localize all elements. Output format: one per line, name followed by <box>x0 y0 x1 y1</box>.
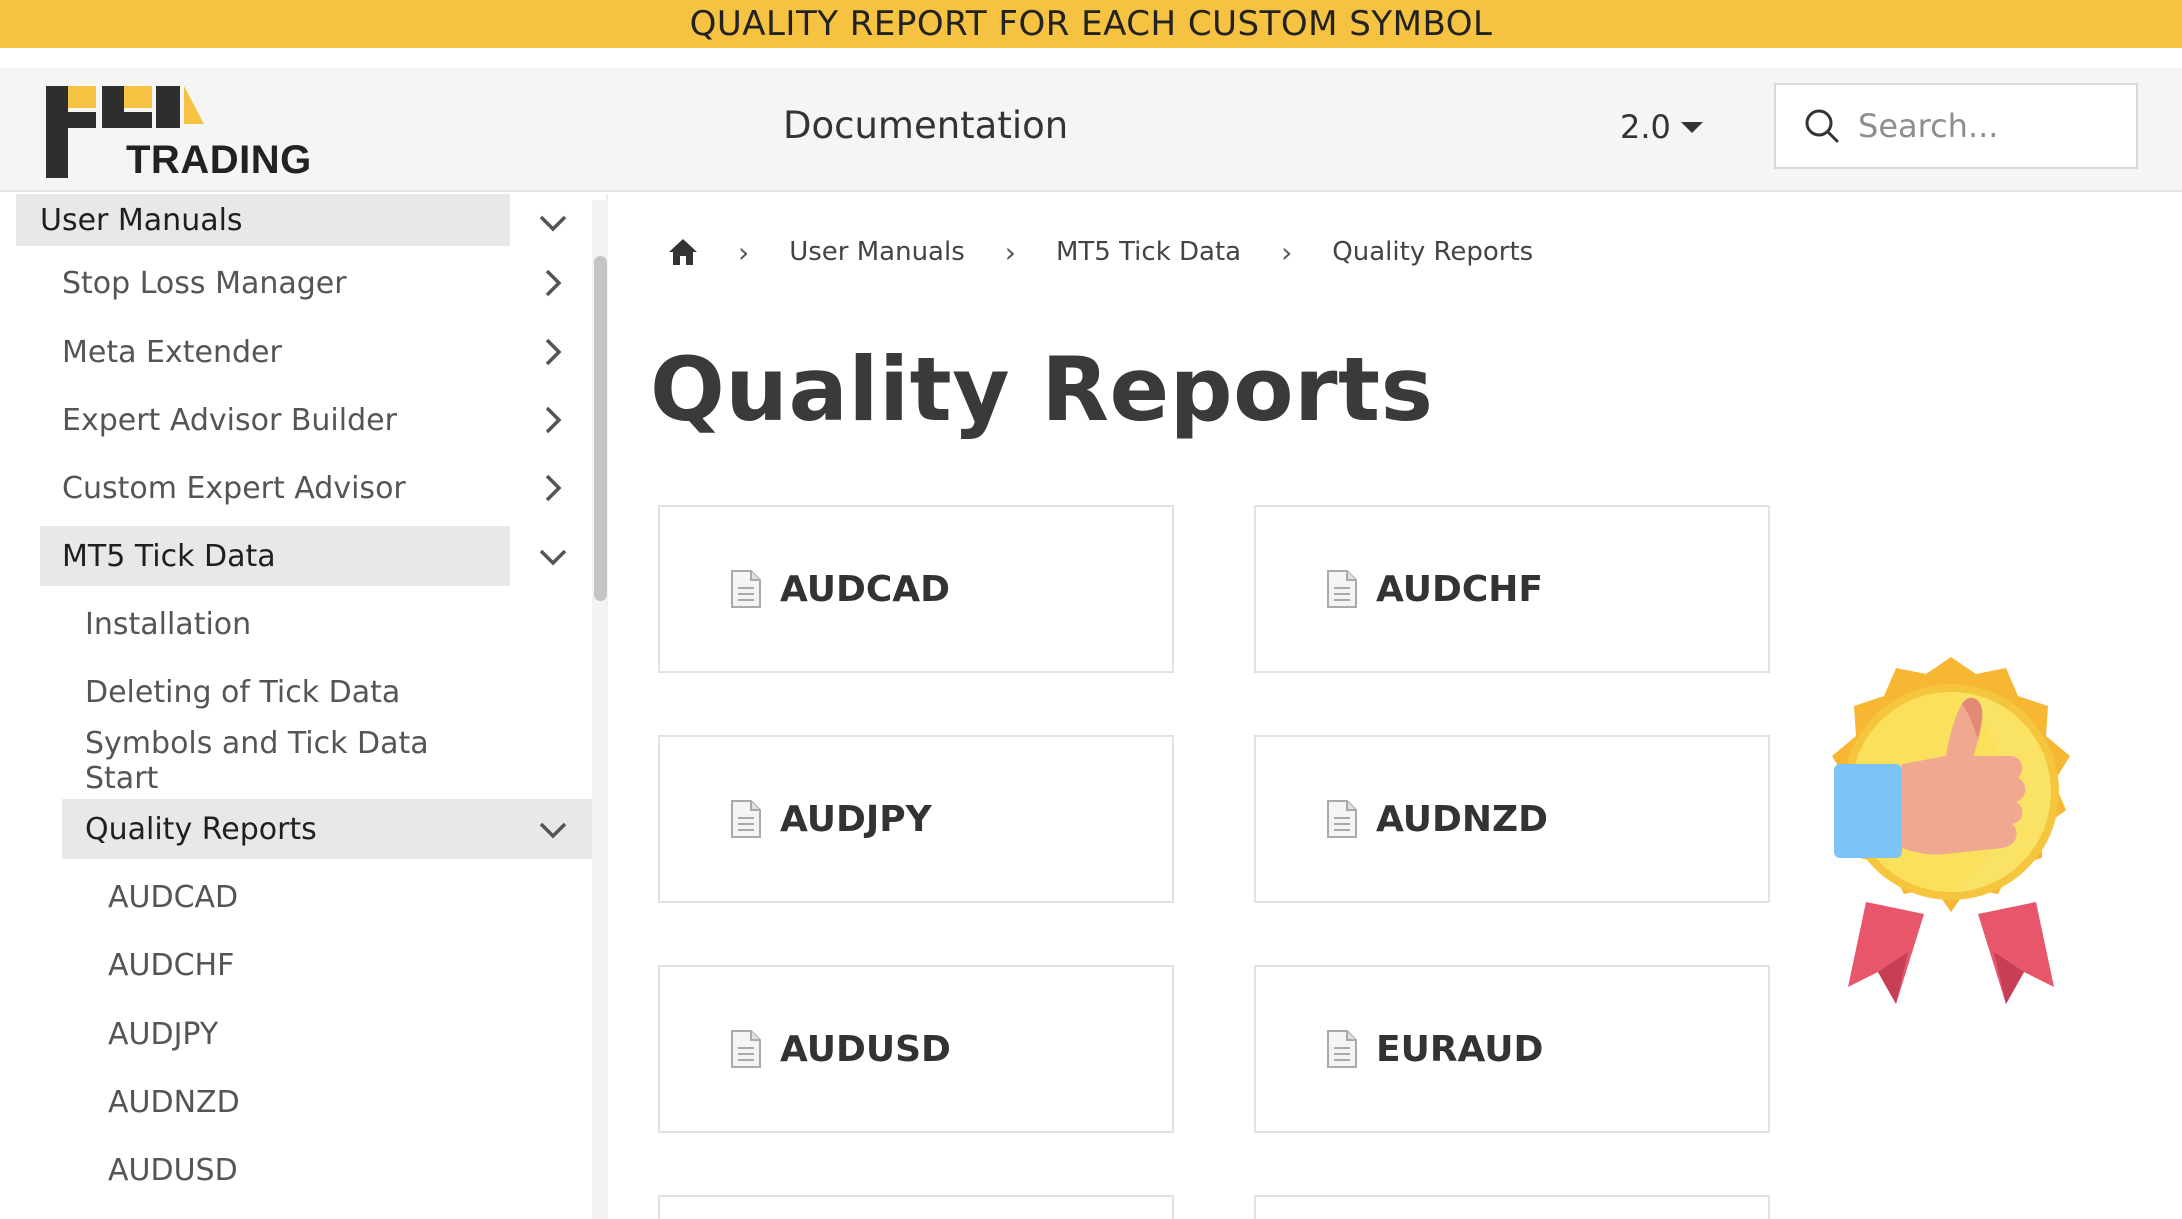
sidebar-item-expert-advisor-builder[interactable]: Expert Advisor Builder <box>40 390 510 450</box>
sidebar-item-audusd[interactable]: AUDUSD <box>84 1140 510 1200</box>
chevron-down-icon[interactable] <box>536 540 570 574</box>
sidebar-item-label: Stop Loss Manager <box>62 265 347 301</box>
award-thumbs-up-icon <box>1832 657 2070 1004</box>
sidebar-item-audjpy[interactable]: AUDJPY <box>84 1004 510 1064</box>
sidebar-item-meta-extender[interactable]: Meta Extender <box>40 322 510 382</box>
report-card-audcad[interactable]: AUDCAD <box>658 505 1174 673</box>
chevron-right-icon[interactable] <box>536 471 570 505</box>
document-icon <box>731 1030 761 1068</box>
caret-down-icon <box>1680 122 1703 133</box>
card-label: AUDCAD <box>780 568 951 610</box>
report-card-partial[interactable] <box>1254 1195 1770 1219</box>
home-icon[interactable] <box>668 238 698 266</box>
chevron-right-icon[interactable] <box>536 403 570 437</box>
sidebar-item-mt5-tick-data[interactable]: MT5 Tick Data <box>40 526 510 586</box>
sidebar-item-label: AUDNZD <box>108 1084 240 1120</box>
sidebar-item-audchf[interactable]: AUDCHF <box>84 935 510 995</box>
brand-logo[interactable]: TRADING <box>44 76 311 182</box>
page-title: Quality Reports <box>650 338 1434 441</box>
sidebar-item-deleting-of-tick-data[interactable]: Deleting of Tick Data <box>62 662 510 722</box>
search-box[interactable] <box>1774 83 2138 169</box>
card-label: AUDJPY <box>780 798 932 840</box>
sidebar-item-label: Installation <box>85 606 252 642</box>
chevron-right-icon[interactable] <box>536 266 570 300</box>
promo-banner: QUALITY REPORT FOR EACH CUSTOM SYMBOL <box>0 0 2182 48</box>
sidebar-item-label: Meta Extender <box>62 334 282 370</box>
sidebar-item-installation[interactable]: Installation <box>62 594 510 654</box>
sidebar-item-audcad[interactable]: AUDCAD <box>84 867 510 927</box>
document-icon <box>731 570 761 608</box>
breadcrumb-current-page: Quality Reports <box>1332 237 1534 267</box>
report-card-euraud[interactable]: EURAUD <box>1254 965 1770 1133</box>
sidebar-nav: User Manuals Stop Loss Manager Meta Exte… <box>0 194 594 1219</box>
document-icon <box>1327 570 1357 608</box>
document-icon <box>731 800 761 838</box>
breadcrumb: › User Manuals › MT5 Tick Data › Quality… <box>668 232 1533 272</box>
search-icon <box>1805 109 1839 143</box>
sidebar-item-label: AUDCHF <box>108 947 235 983</box>
sidebar-item-label: Expert Advisor Builder <box>62 402 397 438</box>
sidebar-item-label: AUDUSD <box>108 1152 238 1188</box>
chevron-down-icon[interactable] <box>536 206 570 240</box>
breadcrumb-mt5-tick-data[interactable]: MT5 Tick Data <box>1056 237 1241 267</box>
card-label: EURAUD <box>1376 1028 1544 1070</box>
sidebar-item-label: Deleting of Tick Data <box>85 674 401 710</box>
version-label: 2.0 <box>1620 108 1671 146</box>
report-card-audjpy[interactable]: AUDJPY <box>658 735 1174 903</box>
sidebar-item-user-manuals[interactable]: User Manuals <box>16 194 510 246</box>
sidebar-item-label: Quality Reports <box>85 811 317 847</box>
breadcrumb-user-manuals[interactable]: User Manuals <box>789 237 965 267</box>
sidebar-item-label: MT5 Tick Data <box>62 538 276 574</box>
card-label: AUDCHF <box>1376 568 1544 610</box>
report-card-audnzd[interactable]: AUDNZD <box>1254 735 1770 903</box>
report-card-partial[interactable] <box>658 1195 1174 1219</box>
chevron-right-icon[interactable] <box>536 335 570 369</box>
top-header: TRADING Documentation 2.0 <box>0 68 2182 192</box>
breadcrumb-separator: › <box>738 235 750 269</box>
document-icon <box>1327 1030 1357 1068</box>
breadcrumb-separator: › <box>1004 235 1016 269</box>
search-input[interactable] <box>1858 107 2128 145</box>
card-label: AUDNZD <box>1376 798 1548 840</box>
breadcrumb-separator: › <box>1281 235 1293 269</box>
logo-text: TRADING <box>126 138 312 182</box>
report-card-audusd[interactable]: AUDUSD <box>658 965 1174 1133</box>
sidebar-item-label: AUDJPY <box>108 1016 219 1052</box>
sidebar-item-label: AUDCAD <box>108 879 239 915</box>
sidebar-item-stop-loss-manager[interactable]: Stop Loss Manager <box>40 253 510 313</box>
sidebar-item-audnzd[interactable]: AUDNZD <box>84 1072 510 1132</box>
sidebar-item-symbols-and-tick-data-start[interactable]: Symbols and Tick Data Start <box>62 726 510 796</box>
report-card-audchf[interactable]: AUDCHF <box>1254 505 1770 673</box>
chevron-down-icon[interactable] <box>536 813 570 847</box>
sidebar-item-label: Symbols and Tick Data Start <box>85 726 429 796</box>
sidebar-item-label: User Manuals <box>40 202 243 238</box>
sidebar-item-quality-reports[interactable]: Quality Reports <box>62 799 594 859</box>
documentation-title[interactable]: Documentation <box>783 104 1068 147</box>
card-label: AUDUSD <box>780 1028 951 1070</box>
sidebar-item-label: Custom Expert Advisor <box>62 470 406 506</box>
sidebar-item-custom-expert-advisor[interactable]: Custom Expert Advisor <box>40 458 510 518</box>
version-selector[interactable]: 2.0 <box>1620 108 1703 146</box>
document-icon <box>1327 800 1357 838</box>
sidebar-scrollbar-thumb[interactable] <box>594 256 607 601</box>
banner-text: QUALITY REPORT FOR EACH CUSTOM SYMBOL <box>689 4 1493 44</box>
